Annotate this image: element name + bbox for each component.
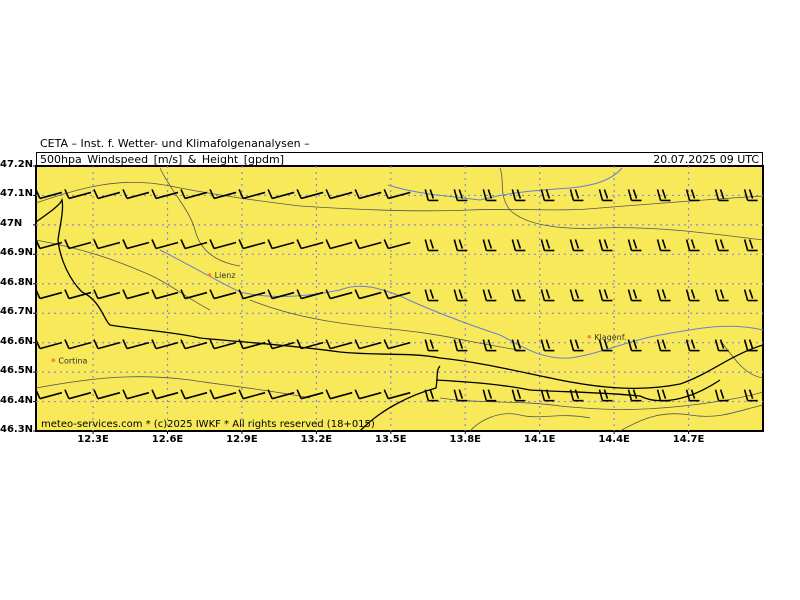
weather-map: Lienz Klagenf. Cortina	[33, 165, 764, 434]
city-dot	[207, 273, 212, 277]
copyright-footer: meteo-services.com * (c)2025 IWKF * All …	[41, 419, 375, 430]
lon-label: 12.9E	[226, 434, 258, 445]
lat-label: 47N	[0, 217, 23, 229]
city-dot	[51, 358, 56, 363]
lon-label: 13.5E	[375, 434, 407, 445]
city-label: Klagenf.	[594, 333, 626, 342]
lat-label: 46.9N	[0, 247, 34, 259]
lat-label: 46.5N	[0, 365, 34, 377]
lon-label: 12.6E	[151, 434, 184, 445]
lon-label: 13.8E	[449, 434, 482, 445]
city-label: Lienz	[215, 271, 236, 280]
lon-label: 14.4E	[598, 434, 630, 445]
lat-label: 46.3N	[0, 424, 34, 435]
lat-label: 47.2N	[0, 159, 34, 170]
lon-label: 12.3E	[77, 434, 109, 445]
city-label: Cortina	[58, 356, 87, 365]
lat-label: 47.1N	[0, 188, 34, 200]
lat-label: 46.6N	[0, 335, 34, 347]
lon-label: 14.7E	[672, 434, 705, 445]
map-field	[35, 165, 764, 432]
city-dot	[587, 334, 592, 339]
lat-label: 46.4N	[0, 394, 34, 406]
lat-label: 46.7N	[0, 306, 34, 318]
lon-label: 14.1E	[523, 434, 556, 445]
lon-label: 13.2E	[300, 434, 333, 445]
lat-label: 46.8N	[0, 276, 34, 288]
